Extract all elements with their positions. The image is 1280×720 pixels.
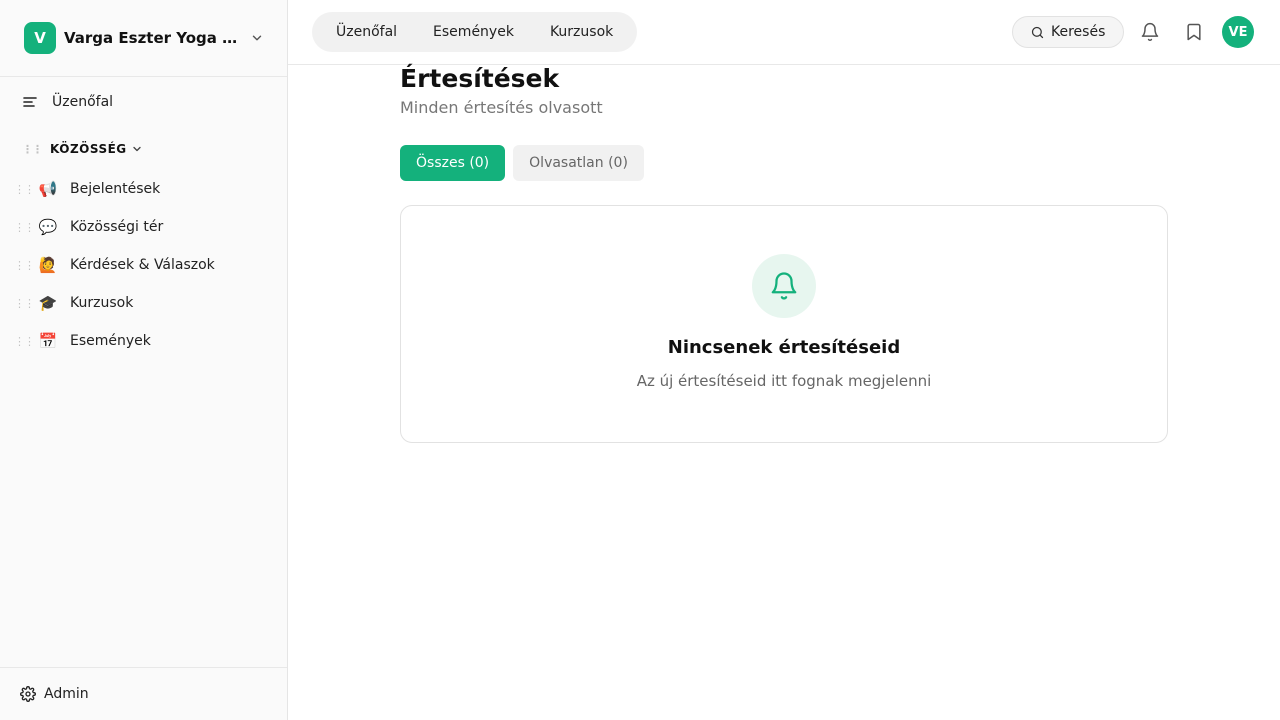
sidebar-item-community-space[interactable]: ⋮⋮ 💬 Közösségi tér — [14, 208, 274, 246]
calendar-icon: 📅 — [38, 332, 58, 350]
graduation-cap-icon: 🎓 — [38, 294, 58, 312]
sidebar-item-label: Kérdések & Válaszok — [70, 257, 215, 273]
community-logo: V — [24, 22, 56, 54]
page-subtitle: Minden értesítés olvasott — [400, 98, 603, 117]
sidebar: V Varga Eszter Yoga & Wellness Üzenőfal … — [0, 0, 288, 720]
megaphone-icon: 📢 — [38, 180, 58, 198]
section-label: KÖZÖSSÉG — [50, 142, 127, 156]
chevron-down-icon — [132, 146, 141, 152]
search-button[interactable]: Keresés — [1012, 16, 1124, 48]
drag-handle-icon[interactable]: ⋮⋮ — [22, 144, 43, 155]
raising-hand-icon: 🙋 — [38, 256, 58, 274]
sidebar-item-feed[interactable]: Üzenőfal — [22, 94, 113, 110]
filter-unread-tab[interactable]: Olvasatlan (0) — [513, 145, 644, 181]
sidebar-item-events[interactable]: ⋮⋮ 📅 Események — [14, 322, 274, 360]
gear-icon — [20, 686, 36, 702]
sidebar-item-label: Közösségi tér — [70, 219, 164, 235]
search-label: Keresés — [1051, 24, 1106, 40]
drag-handle-icon[interactable]: ⋮⋮ — [14, 260, 35, 271]
drag-handle-icon[interactable]: ⋮⋮ — [14, 298, 35, 309]
drag-handle-icon[interactable]: ⋮⋮ — [14, 222, 35, 233]
drag-handle-icon[interactable]: ⋮⋮ — [14, 336, 35, 347]
empty-state-card: Nincsenek értesítéseid Az új értesítései… — [400, 205, 1168, 443]
tab-events[interactable]: Események — [415, 12, 532, 52]
tab-courses[interactable]: Kurzusok — [532, 12, 631, 52]
tab-feed[interactable]: Üzenőfal — [318, 12, 415, 52]
top-nav: Üzenőfal Események Kurzusok — [312, 12, 638, 52]
sidebar-item-label: Üzenőfal — [52, 94, 114, 110]
drag-handle-icon[interactable]: ⋮⋮ — [14, 184, 35, 195]
sidebar-item-label: Események — [70, 333, 151, 349]
sidebar-item-qa[interactable]: ⋮⋮ 🙋 Kérdések & Válaszok — [14, 246, 274, 284]
community-name: Varga Eszter Yoga & Wellness — [64, 29, 244, 47]
admin-label: Admin — [44, 686, 89, 702]
bell-icon[interactable] — [1140, 22, 1160, 42]
search-icon — [1031, 26, 1044, 38]
space-list: ⋮⋮ 📢 Bejelentések ⋮⋮ 💬 Közösségi tér ⋮⋮ … — [14, 170, 274, 360]
list-lines-icon — [23, 97, 37, 107]
page-title: Értesítések — [400, 64, 560, 93]
chevron-down-icon — [252, 35, 262, 41]
sidebar-item-announcements[interactable]: ⋮⋮ 📢 Bejelentések — [14, 170, 274, 208]
sidebar-item-label: Kurzusok — [70, 295, 134, 311]
filter-all-tab[interactable]: Összes (0) — [400, 145, 506, 181]
speech-bubble-icon: 💬 — [38, 218, 58, 236]
community-switcher[interactable]: V Varga Eszter Yoga & Wellness — [0, 0, 287, 77]
bookmark-icon[interactable] — [1184, 22, 1204, 42]
empty-state-icon-circle — [752, 254, 816, 318]
bell-icon — [771, 272, 797, 300]
admin-link[interactable]: Admin — [0, 667, 287, 720]
sidebar-item-label: Bejelentések — [70, 181, 161, 197]
avatar[interactable]: VE — [1222, 16, 1254, 48]
notification-filters: Összes (0) Olvasatlan (0) — [400, 145, 652, 181]
section-header-community[interactable]: ⋮⋮ KÖZÖSSÉG — [22, 142, 143, 156]
empty-state-title: Nincsenek értesítéseid — [667, 337, 901, 358]
empty-state-text: Az új értesítéseid itt fognak megjelenni — [636, 372, 932, 390]
sidebar-item-courses[interactable]: ⋮⋮ 🎓 Kurzusok — [14, 284, 274, 322]
top-bar: Üzenőfal Események Kurzusok Keresés VE — [288, 0, 1280, 65]
